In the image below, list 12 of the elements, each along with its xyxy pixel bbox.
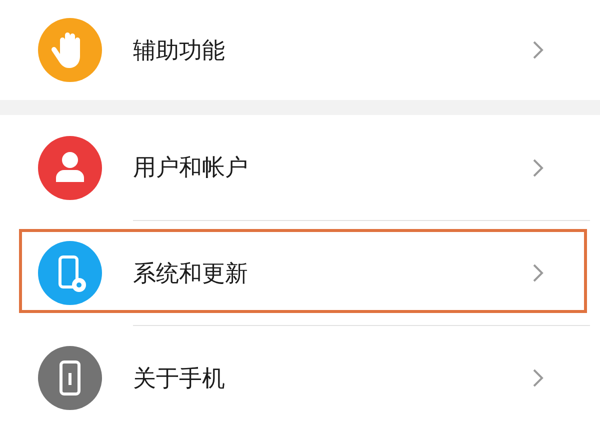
chevron-icon (532, 263, 544, 283)
setting-label[interactable]: 用户和帐户 (133, 152, 248, 183)
chevron-icon (532, 158, 544, 178)
chevron-icon (532, 368, 544, 388)
setting-label[interactable]: 关于手机 (133, 362, 225, 394)
person-icon (38, 136, 102, 200)
phone-icon (38, 346, 102, 410)
hand-icon (38, 18, 102, 82)
setting-label[interactable]: 系统和更新 (133, 258, 248, 288)
phone-gear-icon (38, 240, 102, 304)
chevron-icon (532, 40, 544, 60)
setting-label[interactable]: 辅助功能 (133, 34, 225, 66)
